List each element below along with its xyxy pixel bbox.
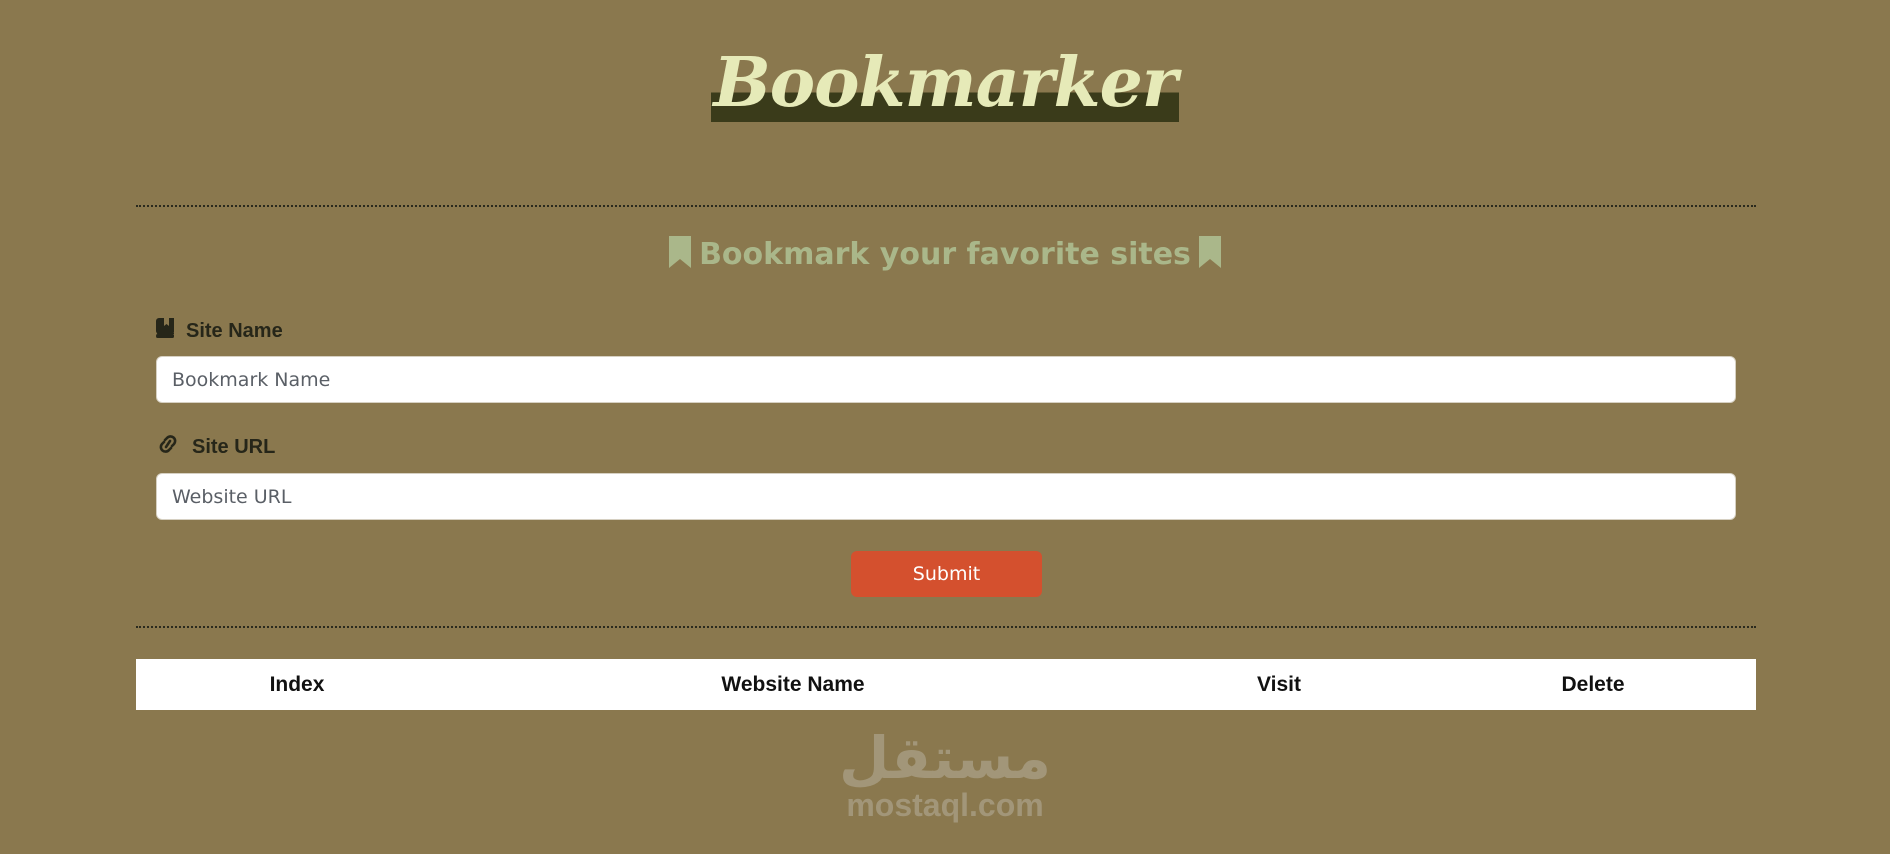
mostaql-watermark: مستقل mostaql.com <box>795 728 1095 822</box>
site-name-label: Site Name <box>156 318 283 344</box>
bottom-divider <box>136 626 1756 628</box>
site-url-label: Site URL <box>156 435 275 459</box>
subtitle-text: Bookmark your favorite sites <box>699 237 1191 272</box>
title-container: Bookmarker <box>0 44 1890 122</box>
top-divider <box>136 205 1756 207</box>
bookmarks-table: Index Website Name Visit Delete <box>136 659 1756 710</box>
watermark-latin: mostaql.com <box>846 787 1044 823</box>
column-header-website-name: Website Name <box>721 672 865 696</box>
link-icon <box>156 435 180 459</box>
watermark-arabic: مستقل <box>838 724 1052 792</box>
form-subtitle: Bookmark your favorite sites <box>0 236 1890 276</box>
column-header-delete: Delete <box>1561 672 1625 696</box>
site-url-input[interactable] <box>156 473 1736 520</box>
bookmark-icon <box>669 236 692 276</box>
book-bookmark-icon <box>156 318 174 344</box>
bookmark-icon <box>1198 236 1221 276</box>
site-url-label-text: Site URL <box>192 435 276 458</box>
site-name-input[interactable] <box>156 356 1736 403</box>
site-name-label-text: Site Name <box>186 319 283 342</box>
app-title: Bookmarker <box>711 43 1179 123</box>
column-header-visit: Visit <box>1257 672 1301 696</box>
submit-button[interactable]: Submit <box>851 551 1042 597</box>
column-header-index: Index <box>269 672 325 696</box>
table-header-row: Index Website Name Visit Delete <box>136 659 1756 710</box>
